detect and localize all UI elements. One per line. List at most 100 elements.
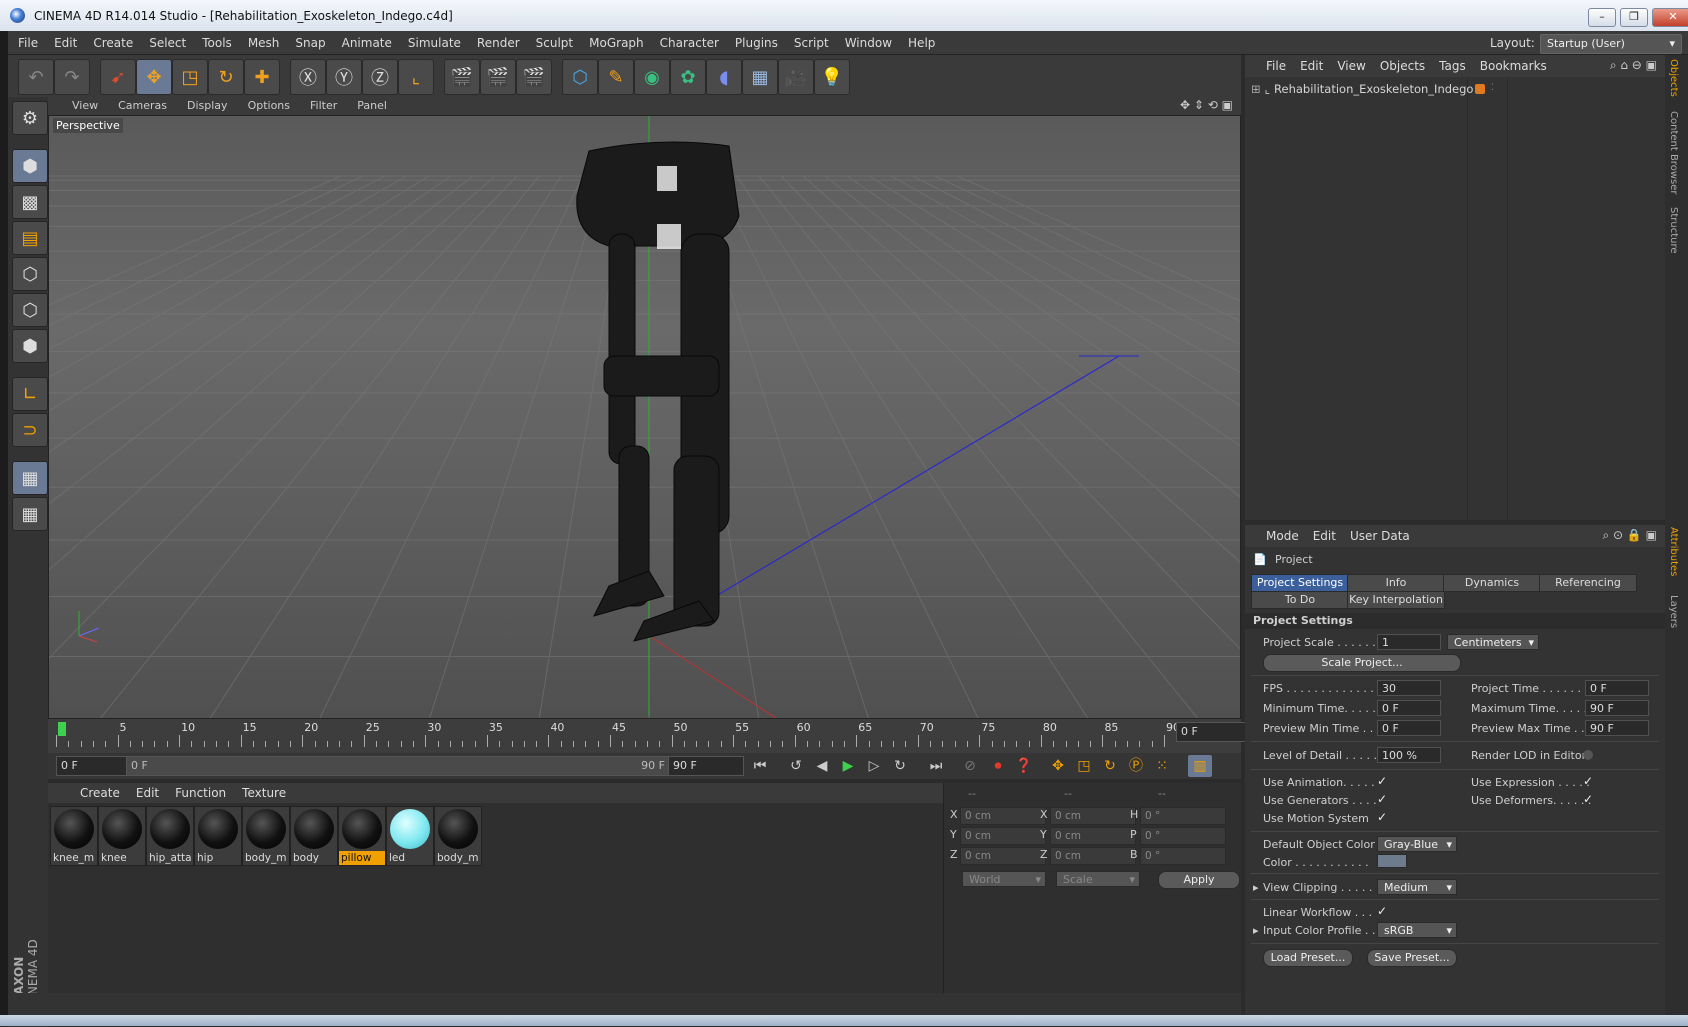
viewport-menu-view[interactable]: View [62, 97, 108, 115]
tab-referencing[interactable]: Referencing [1539, 574, 1637, 592]
next-key-button[interactable]: ↻ [888, 755, 912, 777]
material-swatch[interactable]: hip [194, 806, 242, 866]
viewport-menu-filter[interactable]: Filter [300, 97, 347, 115]
render-settings-button[interactable]: 🎬 [516, 59, 552, 95]
preview-min-field[interactable]: 0 F [1377, 720, 1441, 736]
polygons-mode-button[interactable]: ⬢ [12, 329, 48, 363]
locked-workplane-button[interactable]: ▦ [12, 497, 48, 531]
coord-value-field[interactable]: 0 ° [1140, 807, 1226, 825]
tab-project-settings[interactable]: Project Settings [1251, 574, 1349, 592]
use-motion-checkbox[interactable]: ✓ [1377, 810, 1387, 824]
side-tab-structure[interactable]: Structure [1668, 207, 1679, 254]
minimum-time-field[interactable]: 0 F [1377, 700, 1441, 716]
start-frame-field[interactable]: 0 F [56, 756, 130, 776]
object-menu-file[interactable]: File [1259, 55, 1293, 77]
menu-animate[interactable]: Animate [334, 31, 400, 55]
side-tab-layers[interactable]: Layers [1668, 595, 1679, 628]
make-editable-button[interactable]: ⚙ [12, 101, 48, 135]
snap-button[interactable]: ▦ [12, 461, 48, 495]
light-button[interactable]: 💡 [814, 59, 850, 95]
menu-snap[interactable]: Snap [287, 31, 333, 55]
playhead[interactable] [58, 722, 66, 736]
menu-file[interactable]: File [10, 31, 46, 55]
apply-button[interactable]: Apply [1158, 871, 1240, 889]
attribute-menu-user-data[interactable]: User Data [1343, 525, 1417, 547]
key-position-button[interactable]: ✥ [1046, 755, 1070, 777]
use-generators-checkbox[interactable]: ✓ [1377, 792, 1387, 806]
menu-edit[interactable]: Edit [46, 31, 85, 55]
z-axis-button[interactable]: Ⓩ [362, 59, 398, 95]
side-tab-attributes[interactable]: Attributes [1668, 527, 1679, 576]
goto-start-button[interactable]: ⏮ [748, 755, 772, 777]
perspective-viewport[interactable]: Perspective [48, 115, 1241, 719]
coord-value-field[interactable]: 0 cm [1050, 807, 1136, 825]
render-view-button[interactable]: 🎬 [444, 59, 480, 95]
layout-dropdown[interactable]: Startup (User) ▾ [1540, 34, 1682, 54]
viewport-menu-cameras[interactable]: Cameras [108, 97, 177, 115]
cube-object-button[interactable]: ⬡ [562, 59, 598, 95]
next-frame-button[interactable]: ▷ [862, 755, 886, 777]
render-picture-viewer-button[interactable]: 🎬 [480, 59, 516, 95]
material-swatch[interactable]: body_m [242, 806, 290, 866]
model-mode-button[interactable]: ⬢ [12, 149, 48, 183]
key-pla-button[interactable]: ⁙ [1150, 755, 1174, 777]
units-dropdown[interactable]: Centimeters ▾ [1447, 634, 1539, 650]
use-animation-checkbox[interactable]: ✓ [1377, 774, 1387, 788]
scale-tool-button[interactable]: ◳ [172, 59, 208, 95]
coord-value-field[interactable]: 0 ° [1140, 847, 1226, 865]
prev-key-button[interactable]: ↺ [784, 755, 808, 777]
motion-record-button[interactable]: ⊘ [958, 755, 982, 777]
menu-help[interactable]: Help [900, 31, 943, 55]
project-scale-field[interactable]: 1 [1377, 634, 1441, 650]
texture-mode-button[interactable]: ▩ [12, 185, 48, 219]
goto-end-button[interactable]: ⏭ [924, 755, 948, 777]
tab-info[interactable]: Info [1347, 574, 1445, 592]
scale-project-button[interactable]: Scale Project... [1263, 654, 1461, 672]
material-swatch[interactable]: hip_atta [146, 806, 194, 866]
menu-create[interactable]: Create [85, 31, 141, 55]
maximize-button[interactable]: ❐ [1620, 8, 1648, 27]
minimize-button[interactable]: – [1588, 8, 1616, 27]
use-deformers-checkbox[interactable]: ✓ [1583, 792, 1593, 806]
side-tab-content-browser[interactable]: Content Browser [1668, 111, 1679, 194]
menu-render[interactable]: Render [469, 31, 528, 55]
points-mode-button[interactable]: ⬡ [12, 257, 48, 291]
menu-mesh[interactable]: Mesh [240, 31, 288, 55]
viewport-menu-options[interactable]: Options [238, 97, 300, 115]
menu-window[interactable]: Window [837, 31, 900, 55]
coord-value-field[interactable]: 0 cm [960, 847, 1046, 865]
redo-button[interactable]: ↷ [54, 59, 90, 95]
edges-mode-button[interactable]: ⬡ [12, 293, 48, 327]
coord-value-field[interactable]: 0 cm [960, 827, 1046, 845]
default-object-color-dropdown[interactable]: Gray-Blue ▾ [1377, 836, 1457, 852]
camera-button[interactable]: 🎥 [778, 59, 814, 95]
rotate-tool-button[interactable]: ↻ [208, 59, 244, 95]
object-menu-view[interactable]: View [1330, 55, 1372, 77]
tweak-mode-button[interactable]: ⊃ [12, 413, 48, 447]
menu-tools[interactable]: Tools [194, 31, 240, 55]
live-selection-button[interactable]: ➹ [100, 59, 136, 95]
fps-field[interactable]: 30 [1377, 680, 1441, 696]
object-row-root[interactable]: ⊞ ⌞ Rehabilitation_Exoskeleton_Indego [1251, 81, 1473, 97]
expand-icon[interactable]: ⊞ [1251, 82, 1261, 96]
color-swatch[interactable] [1377, 854, 1407, 868]
exoskeleton-model[interactable] [576, 141, 740, 642]
undo-button[interactable]: ↶ [18, 59, 54, 95]
key-rotation-button[interactable]: ↻ [1098, 755, 1122, 777]
key-parameter-button[interactable]: Ⓟ [1124, 755, 1148, 777]
preview-range-slider[interactable]: 0 F 90 F [126, 756, 670, 776]
object-menu-tags[interactable]: Tags [1432, 55, 1473, 77]
floor-button[interactable]: ▦ [742, 59, 778, 95]
autokey-button[interactable]: ❓ [1012, 755, 1036, 777]
object-manager-icons[interactable]: ⌕ ⌂ ⊖ ▣ [1610, 58, 1657, 73]
material-menu-function[interactable]: Function [167, 783, 234, 803]
key-scale-button[interactable]: ◳ [1072, 755, 1096, 777]
menu-select[interactable]: Select [141, 31, 194, 55]
input-color-profile-dropdown[interactable]: sRGB ▾ [1377, 922, 1457, 938]
layer-color-tag[interactable] [1475, 84, 1485, 94]
timeline-ruler[interactable]: 051015202530354045505560657075808590 0 F [48, 719, 1246, 753]
save-preset-button[interactable]: Save Preset... [1367, 949, 1457, 967]
material-swatch[interactable]: knee [98, 806, 146, 866]
coord-system-dropdown[interactable]: World ▾ [962, 871, 1046, 887]
load-preset-button[interactable]: Load Preset... [1263, 949, 1353, 967]
